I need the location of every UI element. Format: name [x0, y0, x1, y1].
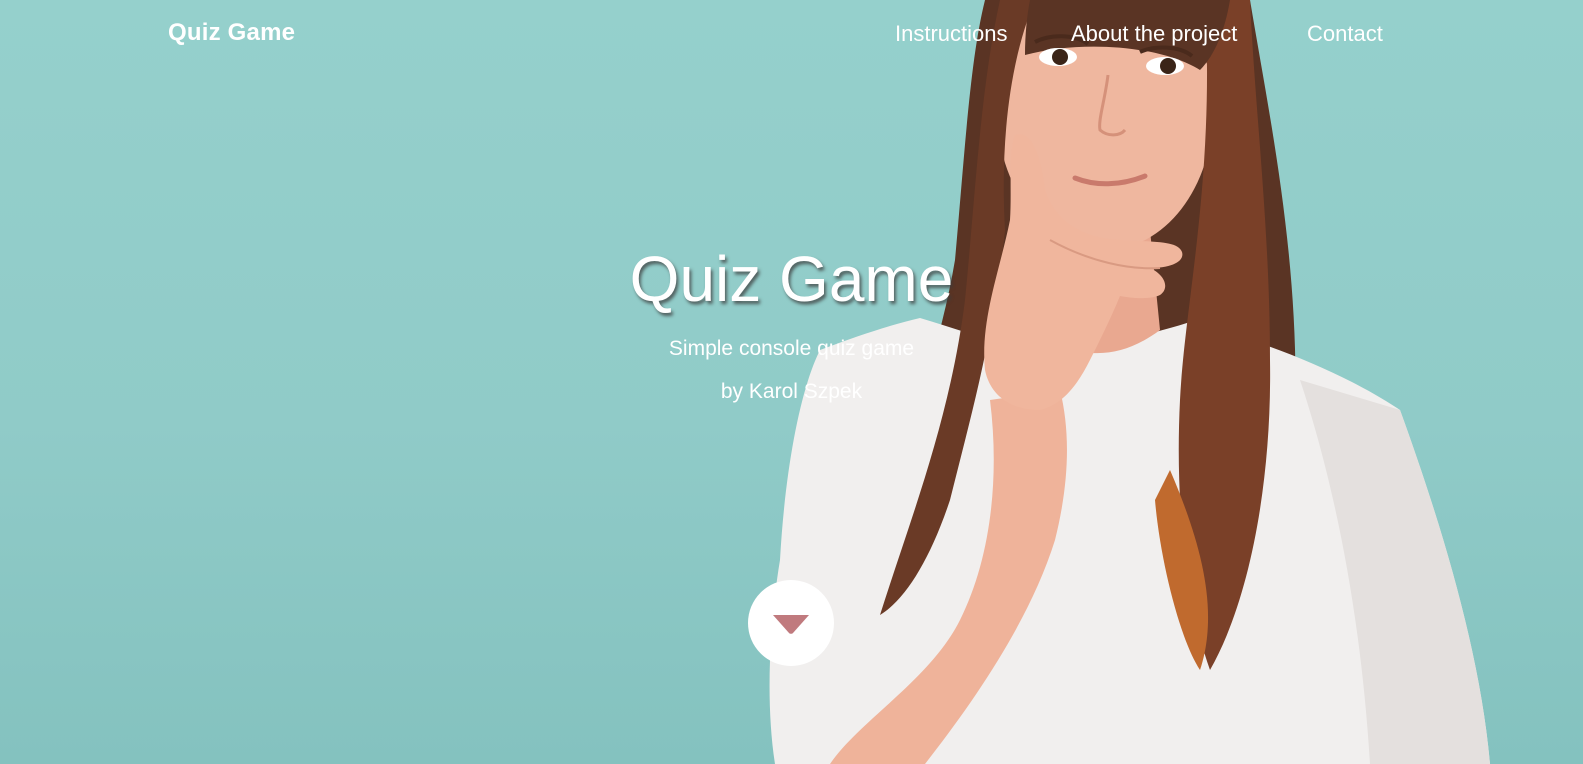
brand-logo-link[interactable]: Quiz Game	[168, 19, 295, 47]
hero-title: Quiz Game	[629, 243, 954, 315]
caret-down-icon	[773, 615, 809, 634]
hero-author: by Karol Szpek	[720, 380, 863, 403]
navbar: Quiz Game Instructions About the project…	[0, 0, 1583, 72]
hero-section: Quiz Game Instructions About the project…	[0, 0, 1583, 764]
scroll-down-button[interactable]	[748, 580, 834, 666]
nav-link-contact[interactable]: Contact	[1307, 21, 1383, 47]
hero-subtitle: Simple console quiz game	[668, 337, 915, 360]
nav-link-about-the-project[interactable]: About the project	[1071, 21, 1237, 47]
nav-link-instructions[interactable]: Instructions	[895, 21, 1008, 47]
